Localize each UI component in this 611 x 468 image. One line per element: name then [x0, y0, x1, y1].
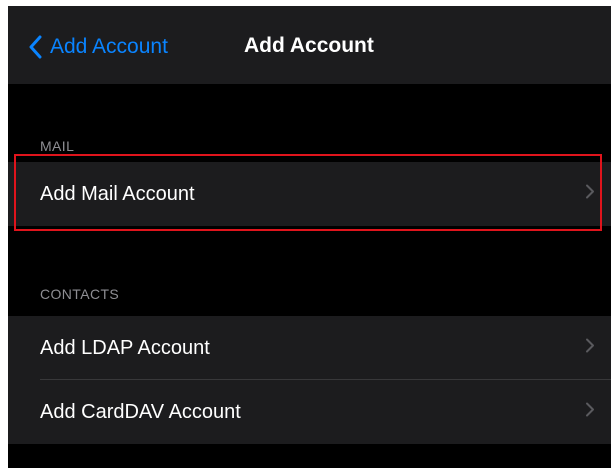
list-item-add-mail-account[interactable]: Add Mail Account	[8, 162, 611, 226]
list-item-label: Add CardDAV Account	[40, 400, 241, 423]
chevron-left-icon	[28, 35, 42, 59]
page-title: Add Account	[244, 34, 374, 57]
back-button-label: Add Account	[50, 35, 168, 58]
settings-screen: Add Account Add Account MAIL Add Mail Ac…	[8, 6, 611, 468]
chevron-right-icon	[585, 338, 595, 359]
back-button[interactable]: Add Account	[28, 32, 168, 62]
list-item-label: Add Mail Account	[40, 182, 195, 205]
list-item-add-carddav-account[interactable]: Add CardDAV Account	[8, 380, 611, 444]
navigation-bar: Add Account Add Account	[8, 6, 611, 84]
list-item-label: Add LDAP Account	[40, 336, 210, 359]
section-header-mail: MAIL	[40, 138, 75, 154]
section-header-contacts: CONTACTS	[40, 286, 120, 302]
chevron-right-icon	[585, 184, 595, 205]
list-item-add-ldap-account[interactable]: Add LDAP Account	[8, 316, 611, 380]
contacts-group: Add LDAP Account Add CardDAV Account	[8, 316, 611, 444]
chevron-right-icon	[585, 402, 595, 423]
mail-group: Add Mail Account	[8, 162, 611, 226]
